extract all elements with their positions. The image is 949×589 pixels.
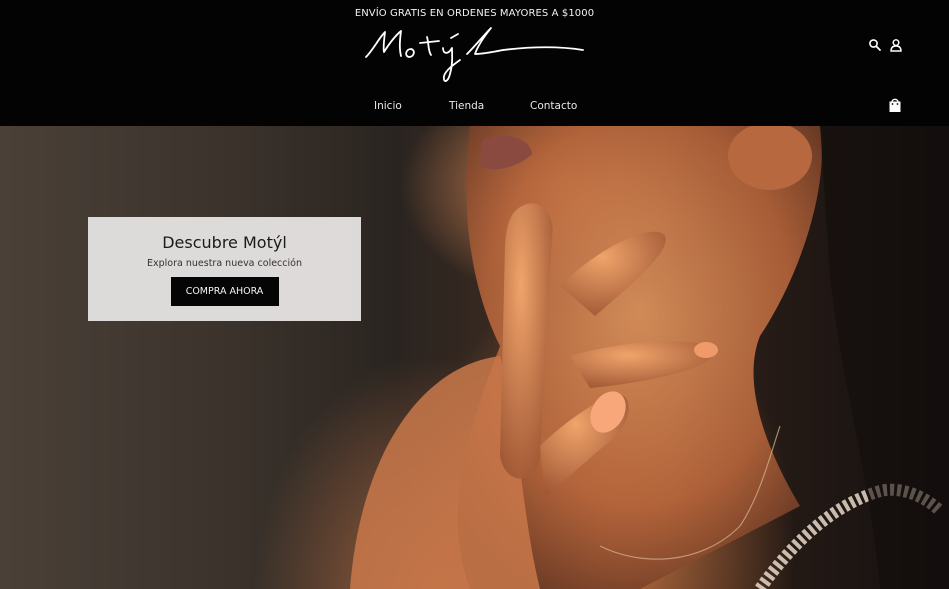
- site-header: ENVÍO GRATIS EN ORDENES MAYORES A $1000 …: [0, 0, 949, 126]
- user-icon[interactable]: [889, 38, 903, 52]
- logo-script-icon: [365, 27, 584, 82]
- hero-banner: [0, 126, 949, 589]
- hero-photo: [350, 126, 949, 589]
- promo-title: Descubre Motýl: [162, 233, 287, 252]
- announcement-bar: ENVÍO GRATIS EN ORDENES MAYORES A $1000: [354, 8, 595, 19]
- search-icon[interactable]: [868, 38, 882, 52]
- header-actions: [868, 38, 903, 52]
- promo-card: Descubre Motýl Explora nuestra nueva col…: [88, 217, 361, 321]
- nav-item-tienda[interactable]: Tienda: [449, 100, 484, 112]
- nav-item-inicio[interactable]: Inicio: [374, 100, 402, 112]
- promo-subtitle: Explora nuestra nueva colección: [147, 258, 302, 269]
- shopping-bag-icon[interactable]: [888, 97, 902, 113]
- brand-logo[interactable]: [363, 24, 587, 88]
- nav-item-contacto[interactable]: Contacto: [530, 100, 577, 112]
- shop-now-button[interactable]: COMPRA AHORA: [170, 277, 279, 306]
